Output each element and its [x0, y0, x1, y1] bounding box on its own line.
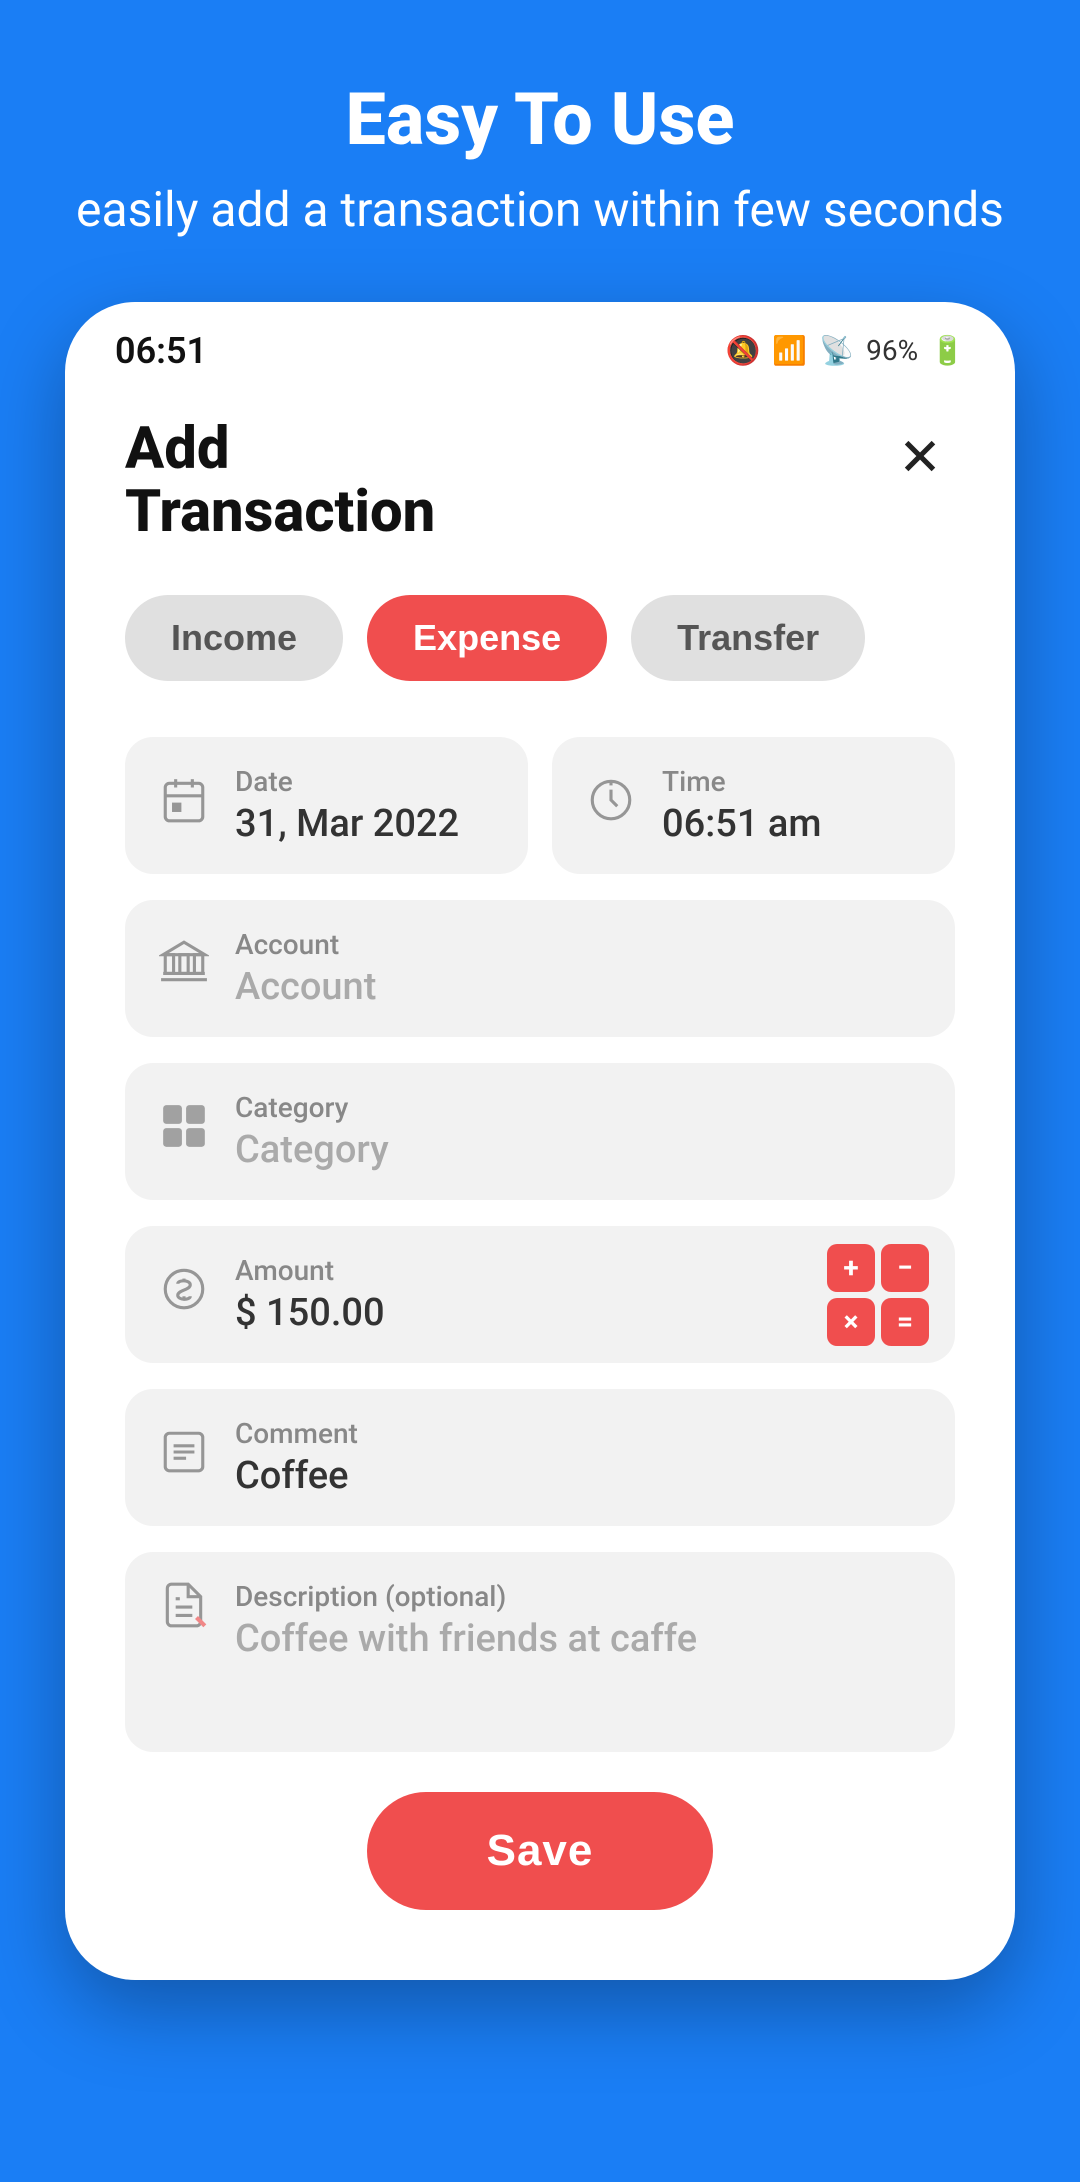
clock-icon — [586, 775, 636, 836]
mute-icon: 🔕 — [726, 334, 761, 367]
comment-field[interactable]: Comment Coffee — [125, 1389, 955, 1526]
amount-content: Amount $ 150.00 — [235, 1254, 385, 1335]
time-label: Time — [662, 765, 821, 798]
header-title: Easy To Use — [76, 80, 1004, 159]
status-time: 06:51 — [115, 330, 207, 372]
time-field[interactable]: Time 06:51 am — [552, 737, 955, 874]
calendar-icon — [159, 775, 209, 836]
category-value: Category — [235, 1128, 389, 1172]
date-value: 31, Mar 2022 — [235, 802, 459, 846]
date-field[interactable]: Date 31, Mar 2022 — [125, 737, 528, 874]
save-button[interactable]: Save — [367, 1792, 714, 1910]
date-time-row: Date 31, Mar 2022 Time 06:51 am — [125, 737, 955, 874]
time-content: Time 06:51 am — [662, 765, 821, 846]
money-icon — [159, 1264, 209, 1325]
description-field[interactable]: Description (optional) Coffee with frien… — [125, 1552, 955, 1752]
tab-transfer[interactable]: Transfer — [631, 595, 865, 681]
amount-label: Amount — [235, 1254, 385, 1287]
category-content: Category Category — [235, 1091, 389, 1172]
account-content: Account Account — [235, 928, 376, 1009]
calc-buttons: + − × = — [827, 1244, 929, 1346]
comment-value: Coffee — [235, 1454, 358, 1498]
description-icon — [159, 1580, 209, 1724]
header-section: Easy To Use easily add a transaction wit… — [16, 0, 1064, 302]
page-header: Add Transaction ✕ — [125, 418, 955, 546]
header-subtitle: easily add a transaction within few seco… — [76, 179, 1004, 241]
comment-icon — [159, 1427, 209, 1488]
phone-content: Add Transaction ✕ Income Expense Transfe… — [65, 388, 1015, 1981]
comment-content: Comment Coffee — [235, 1417, 358, 1498]
close-icon: ✕ — [898, 432, 942, 484]
calc-minus[interactable]: − — [881, 1244, 929, 1292]
battery-icon: 🔋 — [930, 334, 965, 367]
amount-value: $ 150.00 — [235, 1291, 385, 1335]
calc-equals[interactable]: = — [881, 1298, 929, 1346]
tab-expense[interactable]: Expense — [367, 595, 607, 681]
account-field[interactable]: Account Account — [125, 900, 955, 1037]
calc-multiply[interactable]: × — [827, 1298, 875, 1346]
signal-icon: 📡 — [819, 334, 854, 367]
tab-buttons: Income Expense Transfer — [125, 595, 955, 681]
category-field[interactable]: Category Category — [125, 1063, 955, 1200]
close-button[interactable]: ✕ — [885, 423, 955, 493]
battery-text: 96% — [866, 334, 918, 367]
status-icons: 🔕 📶 📡 96% 🔋 — [726, 334, 965, 367]
date-content: Date 31, Mar 2022 — [235, 765, 459, 846]
phone-container: 06:51 🔕 📶 📡 96% 🔋 Add Transaction ✕ Inco… — [65, 302, 1015, 1981]
category-label: Category — [235, 1091, 389, 1124]
wifi-icon: 📶 — [772, 334, 807, 367]
description-label: Description (optional) — [235, 1580, 697, 1613]
page-title: Add Transaction — [125, 418, 435, 546]
account-value: Account — [235, 965, 376, 1009]
save-button-container: Save — [125, 1792, 955, 1910]
category-icon — [159, 1101, 209, 1162]
comment-label: Comment — [235, 1417, 358, 1450]
description-value: Coffee with friends at caffe — [235, 1617, 697, 1661]
date-label: Date — [235, 765, 459, 798]
time-value: 06:51 am — [662, 802, 821, 846]
account-label: Account — [235, 928, 376, 961]
status-bar: 06:51 🔕 📶 📡 96% 🔋 — [65, 302, 1015, 388]
bank-icon — [159, 938, 209, 999]
amount-field[interactable]: Amount $ 150.00 + − × = — [125, 1226, 955, 1363]
calc-plus[interactable]: + — [827, 1244, 875, 1292]
tab-income[interactable]: Income — [125, 595, 343, 681]
description-content: Description (optional) Coffee with frien… — [235, 1580, 697, 1724]
